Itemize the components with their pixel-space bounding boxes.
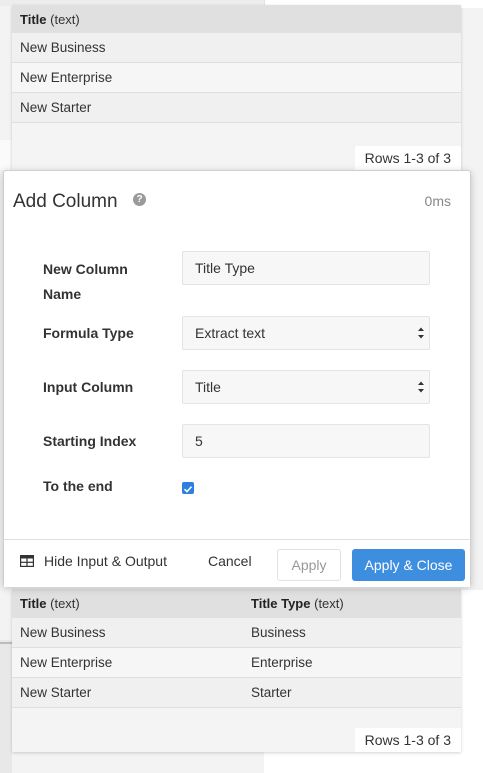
rows-count: Rows 1-3 of 3 <box>354 146 461 170</box>
table-cell: Business <box>251 625 306 640</box>
new-column-name-input[interactable] <box>182 251 430 285</box>
apply-and-close-button[interactable]: Apply & Close <box>352 549 465 581</box>
checkmark-icon <box>183 486 193 493</box>
table-icon <box>20 555 34 567</box>
help-icon[interactable]: ? <box>133 193 146 206</box>
output-table-panel: Title (text) Title Type (text) New Busin… <box>12 589 461 752</box>
table-cell: New Enterprise <box>20 70 113 85</box>
cancel-button[interactable]: Cancel <box>208 553 252 569</box>
table-header: Title (text) Title Type (text) <box>12 589 461 618</box>
table-header: Title (text) <box>12 5 461 33</box>
new-column-name-label: New Column Name <box>43 261 128 302</box>
background-strip <box>0 140 12 170</box>
table-cell: New Starter <box>20 100 92 115</box>
table-row: New Business <box>12 33 461 63</box>
table-cell: New Starter <box>20 685 92 700</box>
apply-button[interactable]: Apply <box>277 549 341 581</box>
table-row: New Starter <box>12 93 461 123</box>
hide-input-output-toggle[interactable]: Hide Input & Output <box>20 553 167 569</box>
table-row: New Enterprise Enterprise <box>12 648 461 678</box>
dialog-title: Add Column <box>13 191 118 212</box>
background-bottom-left <box>0 640 12 773</box>
starting-index-input[interactable] <box>182 424 430 458</box>
column-header-title[interactable]: Title (text) <box>12 596 243 611</box>
input-column-select[interactable]: Title <box>182 370 430 404</box>
to-the-end-label: To the end <box>43 478 113 494</box>
table-cell: New Enterprise <box>20 655 113 670</box>
table-cell: Enterprise <box>251 655 313 670</box>
column-header-title[interactable]: Title (text) <box>12 12 80 27</box>
background-divider <box>0 642 12 644</box>
table-cell: New Business <box>20 625 106 640</box>
table-row: New Starter Starter <box>12 678 461 708</box>
table-row: New Enterprise <box>12 63 461 93</box>
select-arrows-icon <box>418 327 424 339</box>
formula-type-select[interactable]: Extract text <box>182 316 430 350</box>
rows-count: Rows 1-3 of 3 <box>354 728 461 752</box>
select-arrows-icon <box>418 381 424 393</box>
input-table-panel: Title (text) New Business New Enterprise… <box>12 5 461 175</box>
dialog-footer: Hide Input & Output Cancel Apply Apply &… <box>4 539 470 587</box>
formula-type-label: Formula Type <box>43 325 134 341</box>
table-cell: New Business <box>20 40 106 55</box>
input-column-label: Input Column <box>43 379 134 395</box>
column-header-title-type[interactable]: Title Type (text) <box>243 596 461 611</box>
table-row: New Business Business <box>12 618 461 648</box>
add-column-dialog: Add Column ? 0ms New Column Name Formula… <box>3 170 471 587</box>
table-cell: Starter <box>251 685 292 700</box>
to-the-end-checkbox[interactable] <box>182 482 194 494</box>
starting-index-label: Starting Index <box>43 433 137 449</box>
timing-label: 0ms <box>424 193 451 209</box>
